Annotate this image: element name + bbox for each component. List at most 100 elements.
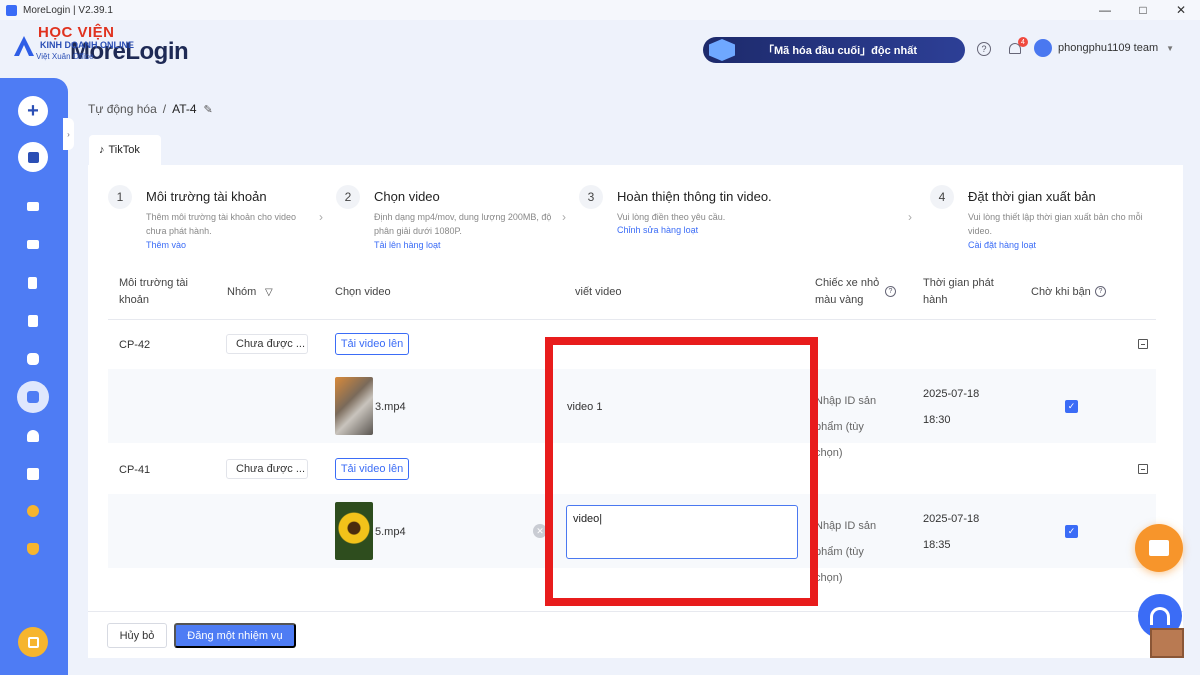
puzzle-icon[interactable] <box>27 353 39 365</box>
step-desc: Vui lòng điền theo yêu cầu. <box>617 212 726 222</box>
publish-date[interactable]: 2025-07-18 <box>923 388 979 400</box>
gift-icon[interactable] <box>1135 524 1183 572</box>
notification-badge: 4 <box>1018 37 1028 47</box>
user-menu[interactable]: phongphu1109 team ▼ <box>1034 39 1174 57</box>
column-header-env: Môi trường tài khoản <box>119 277 188 306</box>
step-number: 4 <box>930 185 954 209</box>
breadcrumb-separator: / <box>162 102 167 116</box>
breadcrumb-parent[interactable]: Tự động hóa <box>88 102 157 116</box>
browser-icon[interactable] <box>18 142 48 172</box>
divider <box>108 319 1156 320</box>
column-header-group: Nhóm <box>227 286 257 298</box>
wait-checkbox[interactable]: ✓ <box>1065 400 1078 413</box>
watermark-office: Việt Xuân Office <box>36 52 94 61</box>
sidebar: + <box>0 78 68 675</box>
help-icon[interactable]: ? <box>977 42 991 56</box>
team-icon[interactable] <box>27 430 39 442</box>
robot-icon <box>27 391 39 403</box>
column-header-write: viết video <box>575 286 622 298</box>
step-title: Đặt thời gian xuất bản <box>968 189 1096 204</box>
step-number: 1 <box>108 185 132 209</box>
chevron-right-icon: › <box>562 210 566 224</box>
chevron-right-icon: › <box>908 210 912 224</box>
step-link[interactable]: Thêm vào <box>146 240 186 250</box>
wait-checkbox[interactable]: ✓ <box>1065 525 1078 538</box>
info-icon[interactable]: ? <box>885 286 896 297</box>
step-number: 2 <box>336 185 360 209</box>
collapse-icon[interactable] <box>1138 339 1148 349</box>
video-thumbnail <box>335 377 373 435</box>
cube-icon <box>709 39 735 61</box>
step-link[interactable]: Chỉnh sửa hàng loạt <box>617 225 698 235</box>
title-bar: MoreLogin | V2.39.1 — □ ✕ <box>0 0 1200 20</box>
step-title: Môi trường tài khoản <box>146 189 267 204</box>
cancel-button[interactable]: Hủy bỏ <box>107 623 167 648</box>
step-title: Chọn video <box>374 189 440 204</box>
app-icon <box>6 4 17 16</box>
corner-image <box>1150 628 1184 658</box>
window-title: MoreLogin | V2.39.1 <box>23 4 113 16</box>
step-link[interactable]: Tải lên hàng loạt <box>374 240 441 250</box>
close-button[interactable]: ✕ <box>1162 0 1200 20</box>
tab-label: TikTok <box>108 144 140 156</box>
product-id-input[interactable]: Nhập ID sản phẩm (tùy chọn) <box>815 388 885 466</box>
column-header-wait: Chờ khi bận <box>1031 286 1091 298</box>
info-icon[interactable]: ? <box>1095 286 1106 297</box>
document-icon[interactable] <box>28 277 37 289</box>
edit-icon[interactable]: ✎ <box>204 103 213 116</box>
step-desc: Vui lòng thiết lập thời gian xuất bản ch… <box>968 212 1143 236</box>
breadcrumb-current: AT-4 <box>172 102 197 116</box>
publish-time[interactable]: 18:35 <box>923 539 951 551</box>
maximize-button[interactable]: □ <box>1124 0 1162 20</box>
publish-date[interactable]: 2025-07-18 <box>923 513 979 525</box>
watermark-title: HỌC VIỆN <box>38 24 115 41</box>
collapse-icon[interactable] <box>1138 464 1148 474</box>
grid-icon[interactable] <box>27 202 39 211</box>
add-icon[interactable]: + <box>18 96 48 126</box>
filter-icon[interactable]: ▽ <box>265 284 273 301</box>
highlight-box <box>545 337 818 606</box>
sidebar-collapse-button[interactable]: › <box>63 118 74 150</box>
env-name: CP-41 <box>119 464 151 476</box>
product-id-input[interactable]: Nhập ID sản phẩm (tùy chọn) <box>815 513 885 591</box>
avatar <box>1034 39 1052 57</box>
bell-icon[interactable]: 4 <box>1008 37 1028 56</box>
list-icon[interactable] <box>27 240 39 249</box>
step-desc: Định dạng mp4/mov, dung lượng 200MB, độ … <box>374 212 552 236</box>
app-header: MoreLogin HỌC VIỆN KINH DOANH ONLINE Việ… <box>0 20 1200 78</box>
publish-task-button[interactable]: Đăng một nhiệm vụ <box>174 623 296 648</box>
username: phongphu1109 team <box>1058 42 1159 54</box>
banner-text: 「Mã hóa đầu cuối」độc nhất <box>763 45 918 57</box>
trash-icon[interactable] <box>28 315 38 327</box>
tab-tiktok[interactable]: ♪ TikTok <box>89 135 161 165</box>
group-select[interactable]: Chưa được ... <box>226 459 308 479</box>
step-title: Hoàn thiện thông tin video. <box>617 189 772 204</box>
step-link[interactable]: Cài đặt hàng loạt <box>968 240 1036 250</box>
video-filename: 3.mp4 <box>375 401 406 413</box>
column-header-cart: Chiếc xe nhỏ màu vàng <box>815 277 880 306</box>
chevron-down-icon: ▼ <box>1166 43 1175 53</box>
clock-icon[interactable] <box>27 505 39 517</box>
env-name: CP-42 <box>119 339 151 351</box>
group-select[interactable]: Chưa được ... <box>226 334 308 354</box>
tiktok-icon: ♪ <box>99 144 105 156</box>
bookmark-icon[interactable] <box>18 627 48 657</box>
video-filename: 5.mp4 <box>375 526 406 538</box>
breadcrumb: Tự động hóa / AT-4 ✎ <box>88 102 213 116</box>
column-header-video: Chọn video <box>335 286 391 298</box>
publish-time[interactable]: 18:30 <box>923 414 951 426</box>
minimize-button[interactable]: — <box>1086 0 1124 20</box>
extension-icon[interactable] <box>27 468 39 480</box>
column-header-publish: Thời gian phát hành <box>923 277 994 306</box>
step-desc: Thêm môi trường tài khoản cho video chưa… <box>146 212 296 236</box>
chevron-right-icon: › <box>319 210 323 224</box>
brand: MoreLogin HỌC VIỆN KINH DOANH ONLINE Việ… <box>14 24 189 70</box>
heart-icon[interactable] <box>27 543 39 555</box>
upload-video-button[interactable]: Tải video lên <box>335 458 409 480</box>
divider <box>88 611 1183 612</box>
step-number: 3 <box>579 185 603 209</box>
promo-banner[interactable]: 「Mã hóa đầu cuối」độc nhất <box>703 37 965 63</box>
upload-video-button[interactable]: Tải video lên <box>335 333 409 355</box>
video-thumbnail <box>335 502 373 560</box>
logo-icon <box>14 36 34 56</box>
